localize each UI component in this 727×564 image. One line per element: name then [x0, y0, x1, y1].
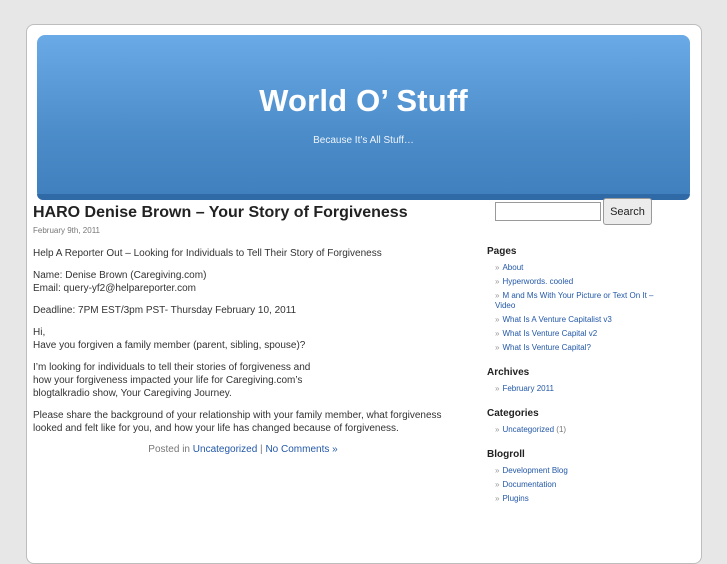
- bullet: »: [495, 466, 500, 475]
- page-link-hyperwords[interactable]: Hyperwords. cooled: [502, 277, 573, 286]
- blogroll-widget: Blogroll » Development Blog » Documentatio…: [487, 449, 657, 504]
- comments-link[interactable]: No Comments »: [265, 444, 337, 455]
- blogroll-link-development-blog[interactable]: Development Blog: [502, 466, 567, 475]
- post-line: Have you forgiven a family member (paren…: [33, 340, 306, 351]
- category-link[interactable]: Uncategorized: [193, 444, 257, 455]
- page-link-venture-capital-v2[interactable]: What Is Venture Capital v2: [502, 329, 597, 338]
- blogroll-link-plugins[interactable]: Plugins: [502, 494, 528, 503]
- site-title[interactable]: World O’ Stuff: [37, 83, 690, 119]
- search-input[interactable]: [495, 202, 601, 221]
- sidebar: Search Pages » About » Hyperwords. cooled …: [487, 198, 657, 518]
- list-item: » About: [495, 263, 657, 273]
- list-item: » Uncategorized (1): [495, 425, 657, 435]
- list-item: » M and Ms With Your Picture or Text On I…: [495, 291, 657, 311]
- bullet: »: [495, 494, 500, 503]
- archives-heading: Archives: [487, 367, 530, 378]
- page-link-venture-capital[interactable]: What Is Venture Capital?: [502, 343, 591, 352]
- post-paragraph: Please share the background of your rela…: [33, 409, 453, 435]
- post-title[interactable]: HARO Denise Brown – Your Story of Forgiv…: [33, 204, 453, 222]
- blogroll-heading: Blogroll: [487, 449, 525, 460]
- pages-list: » About » Hyperwords. cooled » M and Ms Wit…: [495, 263, 657, 353]
- post-paragraph: Deadline: 7PM EST/3pm PST- Thursday Febr…: [33, 305, 297, 316]
- post-paragraph: Name: Denise Brown (Caregiving.com) Emai…: [33, 269, 453, 295]
- meta-separator: |: [260, 444, 263, 455]
- post-meta: Posted in Uncategorized | No Comments »: [33, 444, 453, 455]
- blogroll-list: » Development Blog » Documentation » Plugin…: [495, 466, 657, 504]
- search-form: Search: [495, 198, 657, 225]
- post-paragraph: Hi, Have you forgiven a family member (p…: [33, 326, 453, 352]
- post-line: looked and felt like for you, and how yo…: [33, 423, 399, 434]
- archive-link-february-2011[interactable]: February 2011: [502, 384, 553, 393]
- category-link-uncategorized[interactable]: Uncategorized: [502, 425, 554, 434]
- list-item: » Plugins: [495, 494, 657, 504]
- blogroll-link-documentation[interactable]: Documentation: [502, 480, 556, 489]
- pages-heading: Pages: [487, 246, 517, 257]
- list-item: » Documentation: [495, 480, 657, 490]
- page-link-m-and-ms[interactable]: M and Ms With Your Picture or Text On It…: [495, 291, 653, 310]
- post-line: blogtalkradio show, Your Caregiving Jour…: [33, 388, 232, 399]
- archives-list: » February 2011: [495, 384, 657, 394]
- posted-in-label: Posted in: [148, 444, 190, 455]
- post-line: Email: query-yf2@helpareporter.com: [33, 283, 196, 294]
- post-paragraph: Help A Reporter Out – Looking for Indivi…: [33, 248, 382, 259]
- post: HARO Denise Brown – Your Story of Forgiv…: [33, 204, 453, 455]
- list-item: » What Is A Venture Capitalist v3: [495, 315, 657, 325]
- categories-heading: Categories: [487, 408, 539, 419]
- bullet: »: [495, 329, 500, 338]
- bullet: »: [495, 425, 500, 434]
- list-item: » Development Blog: [495, 466, 657, 476]
- search-button[interactable]: Search: [603, 198, 652, 225]
- site-description: Because It’s All Stuff…: [313, 135, 414, 146]
- list-item: » What Is Venture Capital?: [495, 343, 657, 353]
- page-link-venture-capitalist-v3[interactable]: What Is A Venture Capitalist v3: [502, 315, 611, 324]
- post-paragraph: I’m looking for individuals to tell thei…: [33, 361, 453, 400]
- post-line: Name: Denise Brown (Caregiving.com): [33, 270, 207, 281]
- bullet: »: [495, 291, 500, 300]
- list-item: » Hyperwords. cooled: [495, 277, 657, 287]
- categories-list: » Uncategorized (1): [495, 425, 657, 435]
- site-header: World O’ Stuff Because It’s All Stuff…: [37, 35, 690, 200]
- post-date: February 9th, 2011: [33, 226, 101, 235]
- bullet: »: [495, 343, 500, 352]
- post-line: how your forgiveness impacted your life …: [33, 375, 303, 386]
- category-count: (1): [556, 425, 567, 434]
- bullet: »: [495, 277, 500, 286]
- post-line: I’m looking for individuals to tell thei…: [33, 362, 311, 373]
- bullet: »: [495, 480, 500, 489]
- post-line: Please share the background of your rela…: [33, 410, 442, 421]
- list-item: » February 2011: [495, 384, 657, 394]
- bullet: »: [495, 315, 500, 324]
- pages-widget: Pages » About » Hyperwords. cooled » M and …: [487, 246, 657, 353]
- bullet: »: [495, 384, 500, 393]
- archives-widget: Archives » February 2011: [487, 367, 657, 394]
- list-item: » What Is Venture Capital v2: [495, 329, 657, 339]
- bullet: »: [495, 263, 500, 272]
- post-line: Hi,: [33, 327, 46, 338]
- categories-widget: Categories » Uncategorized (1): [487, 408, 657, 435]
- page-link-about[interactable]: About: [502, 263, 523, 272]
